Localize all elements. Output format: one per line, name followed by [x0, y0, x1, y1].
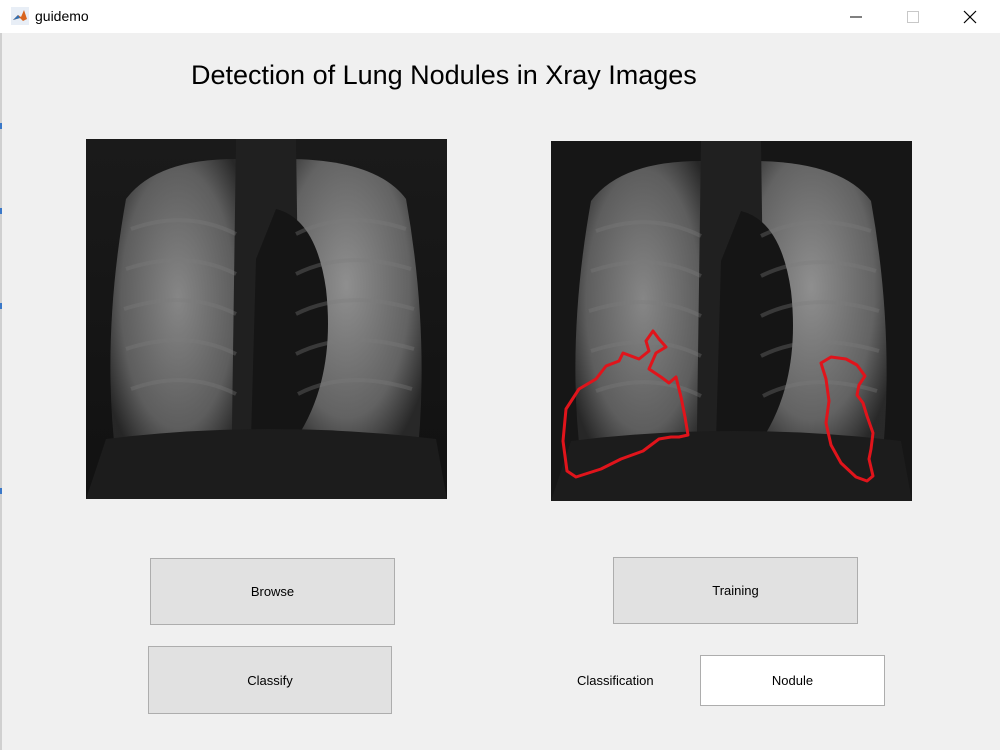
window-title: guidemo — [35, 8, 89, 24]
chest-xray-segmented-image — [551, 141, 912, 501]
matlab-icon — [11, 7, 29, 25]
classification-label: Classification — [577, 673, 654, 688]
output-xray-image — [551, 141, 912, 501]
title-bar: guidemo — [0, 0, 1000, 33]
page-title: Detection of Lung Nodules in Xray Images — [191, 60, 697, 90]
training-button[interactable]: Training — [613, 557, 858, 624]
minimize-icon — [850, 16, 862, 17]
close-button[interactable] — [947, 0, 993, 33]
close-icon — [963, 10, 977, 23]
input-xray-image — [86, 139, 447, 499]
maximize-button[interactable] — [890, 0, 936, 33]
browse-button[interactable]: Browse — [150, 558, 395, 625]
left-edge — [0, 33, 2, 750]
minimize-button[interactable] — [833, 0, 879, 33]
chest-xray-image — [86, 139, 447, 499]
classification-result: Nodule — [700, 655, 885, 706]
maximize-icon — [907, 10, 919, 23]
classify-button[interactable]: Classify — [148, 646, 392, 714]
